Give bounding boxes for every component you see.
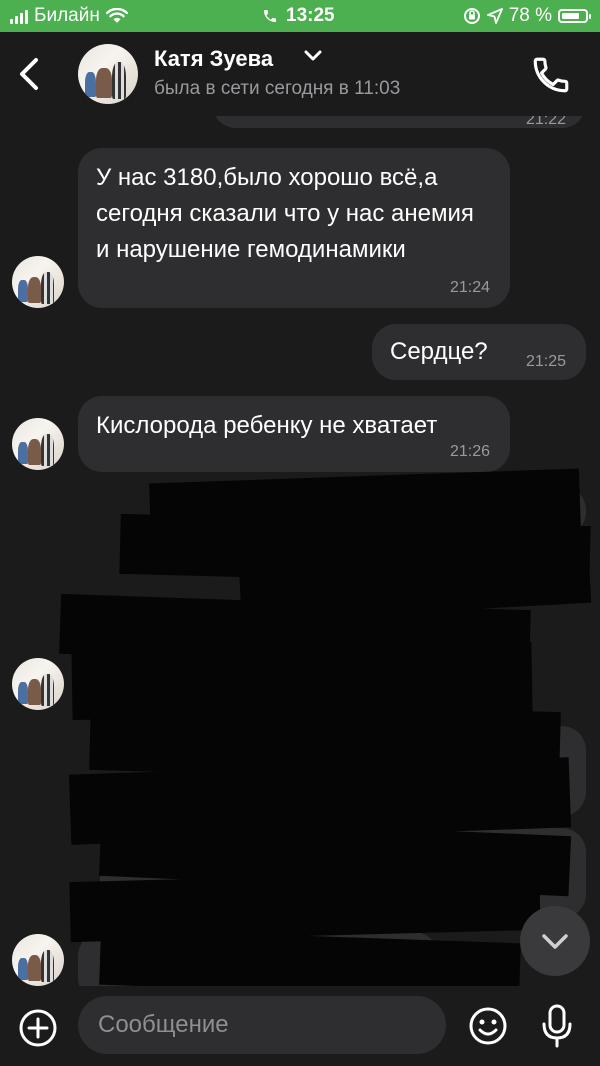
emoji-button[interactable]: [468, 1006, 508, 1046]
location-icon: [486, 8, 503, 24]
status-time-group: 13:25: [262, 5, 335, 27]
sender-avatar[interactable]: [12, 934, 64, 986]
chevron-down-icon[interactable]: [304, 50, 322, 62]
battery-percent: 78 %: [508, 5, 552, 26]
microphone-button[interactable]: [540, 1004, 574, 1048]
carrier-info: Билайн: [10, 5, 128, 27]
message-bubble-incoming[interactable]: Кислорода ребенку не хватает 21:26: [78, 396, 510, 472]
message-text: Сердце?: [390, 338, 488, 365]
message-time: 21:25: [525, 353, 566, 370]
chat-header: Катя Зуева была в сети сегодня в 11:03: [0, 32, 600, 116]
chevron-down-icon: [542, 934, 568, 949]
message-time: 21:26: [449, 443, 490, 460]
sender-avatar[interactable]: [12, 658, 64, 710]
message-bubble-incoming[interactable]: У нас 3180,было хорошо всё,а сегодня ска…: [78, 148, 510, 308]
sender-avatar[interactable]: [12, 256, 64, 308]
orientation-lock-icon: [463, 8, 480, 24]
message-input[interactable]: Сообщение: [78, 996, 446, 1054]
message-time: 21:22: [525, 116, 566, 128]
status-time: 13:25: [286, 5, 335, 26]
contact-avatar[interactable]: [78, 44, 138, 104]
wifi-icon: [105, 8, 128, 23]
scroll-to-bottom-button[interactable]: [520, 906, 590, 976]
battery-icon: [558, 9, 591, 23]
cell-signal-icon: [10, 8, 28, 24]
last-seen-status: была в сети сегодня в 11:03: [154, 78, 401, 99]
message-time: 21:24: [449, 279, 490, 296]
back-button[interactable]: [10, 52, 50, 96]
attach-button[interactable]: [18, 1008, 58, 1048]
call-button[interactable]: [530, 54, 572, 96]
message-text: Кислорода ребенку не хватает: [96, 412, 438, 439]
message-bubble-outgoing[interactable]: 21:22: [212, 116, 586, 128]
status-bar: Билайн 13:25 78 %: [0, 0, 600, 32]
sender-avatar[interactable]: [12, 418, 64, 470]
message-text: У нас 3180,было хорошо всё,а сегодня ска…: [96, 164, 474, 263]
message-list[interactable]: 21:22 У нас 3180,было хорошо всё,а сегод…: [0, 116, 600, 986]
message-bubble-outgoing[interactable]: Сердце? 21:25: [372, 324, 586, 380]
message-input-bar: Сообщение: [0, 986, 600, 1066]
status-right: 78 %: [463, 5, 591, 27]
phone-call-active-icon: [264, 10, 276, 22]
contact-name[interactable]: Катя Зуева: [154, 46, 273, 72]
carrier-name: Билайн: [34, 5, 100, 26]
